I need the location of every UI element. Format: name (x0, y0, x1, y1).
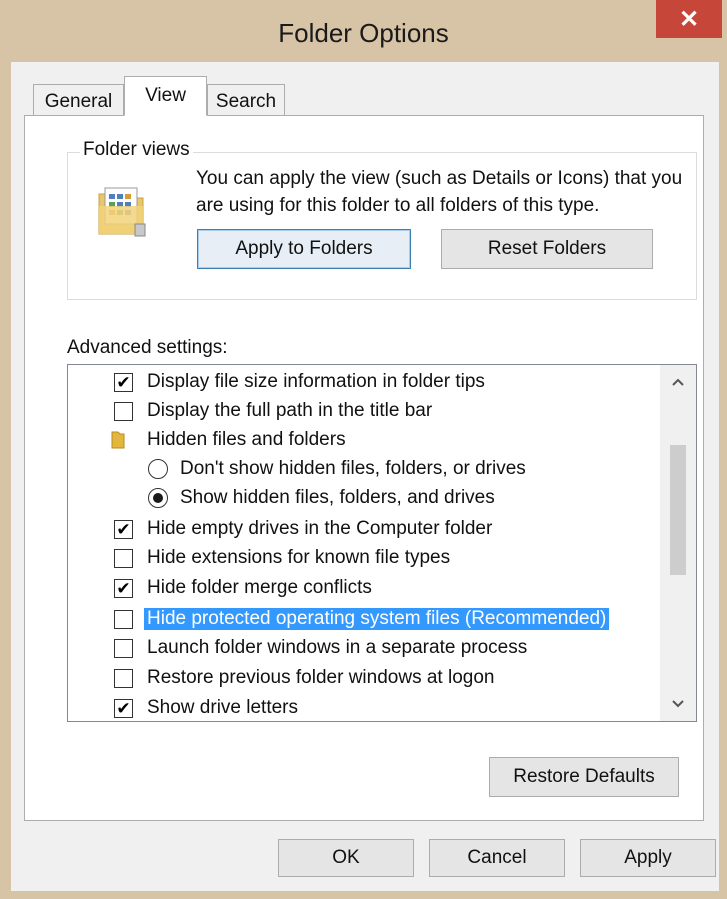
folder-views-legend: Folder views (80, 139, 193, 161)
checkbox-unchecked[interactable] (114, 609, 133, 629)
reset-folders-label: Reset Folders (487, 238, 607, 259)
list-item-label: Display file size information in folder … (147, 371, 485, 392)
tab-general[interactable]: General (33, 84, 124, 118)
list-item-label: Hide protected operating system files (R… (144, 608, 610, 630)
list-item[interactable]: ✔ Display file size information in folde… (68, 367, 658, 397)
list-item-label: Show drive letters (147, 697, 299, 718)
apply-to-folders-label: Apply to Folders (235, 238, 373, 259)
radio-selected[interactable] (148, 488, 168, 508)
list-item[interactable]: Launch folder windows in a separate proc… (68, 633, 658, 663)
folder-views-description: You can apply the view (such as Details … (196, 168, 683, 216)
folder-view-icon (98, 187, 146, 237)
list-item-label: Don't show hidden files, folders, or dri… (180, 458, 526, 479)
close-button[interactable]: ✕ (656, 0, 722, 38)
checkbox-unchecked[interactable] (114, 668, 133, 688)
ok-label: OK (332, 847, 360, 868)
folder-options-window: Folder Options ✕ General View Search Fol… (0, 0, 727, 899)
tab-general-label: General (44, 90, 113, 112)
restore-defaults-button[interactable]: Restore Defaults (489, 757, 679, 797)
tab-view-label: View (145, 85, 186, 106)
scrollbar-thumb[interactable] (670, 445, 686, 575)
close-icon: ✕ (678, 5, 700, 33)
list-item-label: Show hidden files, folders, and drives (180, 487, 495, 508)
list-item: Hidden files and folders (68, 425, 658, 455)
list-item-label: Hide empty drives in the Computer folder (147, 518, 493, 539)
checkbox-checked[interactable]: ✔ (114, 372, 133, 392)
checkbox-checked[interactable]: ✔ (114, 698, 133, 718)
checkbox-unchecked[interactable] (114, 548, 133, 568)
list-item[interactable]: ✔ Hide folder merge conflicts (68, 573, 658, 603)
list-item[interactable]: Hide extensions for known file types (68, 543, 658, 573)
list-item-label: Hide extensions for known file types (147, 547, 451, 568)
vertical-scrollbar[interactable] (660, 365, 696, 721)
cancel-label: Cancel (467, 847, 527, 868)
tab-search-label: Search (215, 90, 277, 112)
checkbox-checked[interactable]: ✔ (114, 578, 133, 598)
cancel-button[interactable]: Cancel (429, 839, 565, 877)
apply-to-folders-button[interactable]: Apply to Folders (197, 229, 411, 269)
checkbox-unchecked[interactable] (114, 401, 133, 421)
list-item-selected[interactable]: Hide protected operating system files (R… (68, 604, 658, 634)
radio-unselected[interactable] (148, 459, 168, 479)
list-item[interactable]: Restore previous folder windows at logon (68, 663, 658, 693)
list-item-label: Launch folder windows in a separate proc… (147, 637, 528, 658)
chevron-down-icon[interactable] (660, 687, 696, 721)
apply-button[interactable]: Apply (580, 839, 716, 877)
window-title: Folder Options (278, 18, 449, 48)
chevron-up-icon[interactable] (660, 365, 696, 399)
ok-button[interactable]: OK (278, 839, 414, 877)
advanced-settings-list[interactable]: ✔ Display file size information in folde… (67, 364, 697, 722)
checkbox-checked[interactable]: ✔ (114, 519, 133, 539)
list-item[interactable]: Display the full path in the title bar (68, 396, 658, 426)
list-item[interactable]: Don't show hidden files, folders, or dri… (68, 454, 658, 484)
folder-icon (111, 431, 125, 449)
list-item-label: Display the full path in the title bar (147, 400, 433, 421)
list-item[interactable]: Show hidden files, folders, and drives (68, 483, 658, 513)
list-item[interactable]: ✔ Show drive letters (68, 693, 658, 721)
list-item-label: Hidden files and folders (147, 429, 346, 450)
checkbox-unchecked[interactable] (114, 638, 133, 658)
apply-label: Apply (624, 847, 672, 868)
tab-search[interactable]: Search (207, 84, 285, 118)
list-item-label: Restore previous folder windows at logon (147, 667, 495, 688)
advanced-settings-label: Advanced settings: (67, 337, 228, 358)
reset-folders-button[interactable]: Reset Folders (441, 229, 653, 269)
list-item-label: Hide folder merge conflicts (147, 577, 372, 598)
title-bar[interactable]: Folder Options ✕ (0, 0, 727, 62)
list-item[interactable]: ✔ Hide empty drives in the Computer fold… (68, 514, 658, 544)
tab-view[interactable]: View (124, 76, 207, 116)
restore-defaults-label: Restore Defaults (513, 766, 655, 787)
